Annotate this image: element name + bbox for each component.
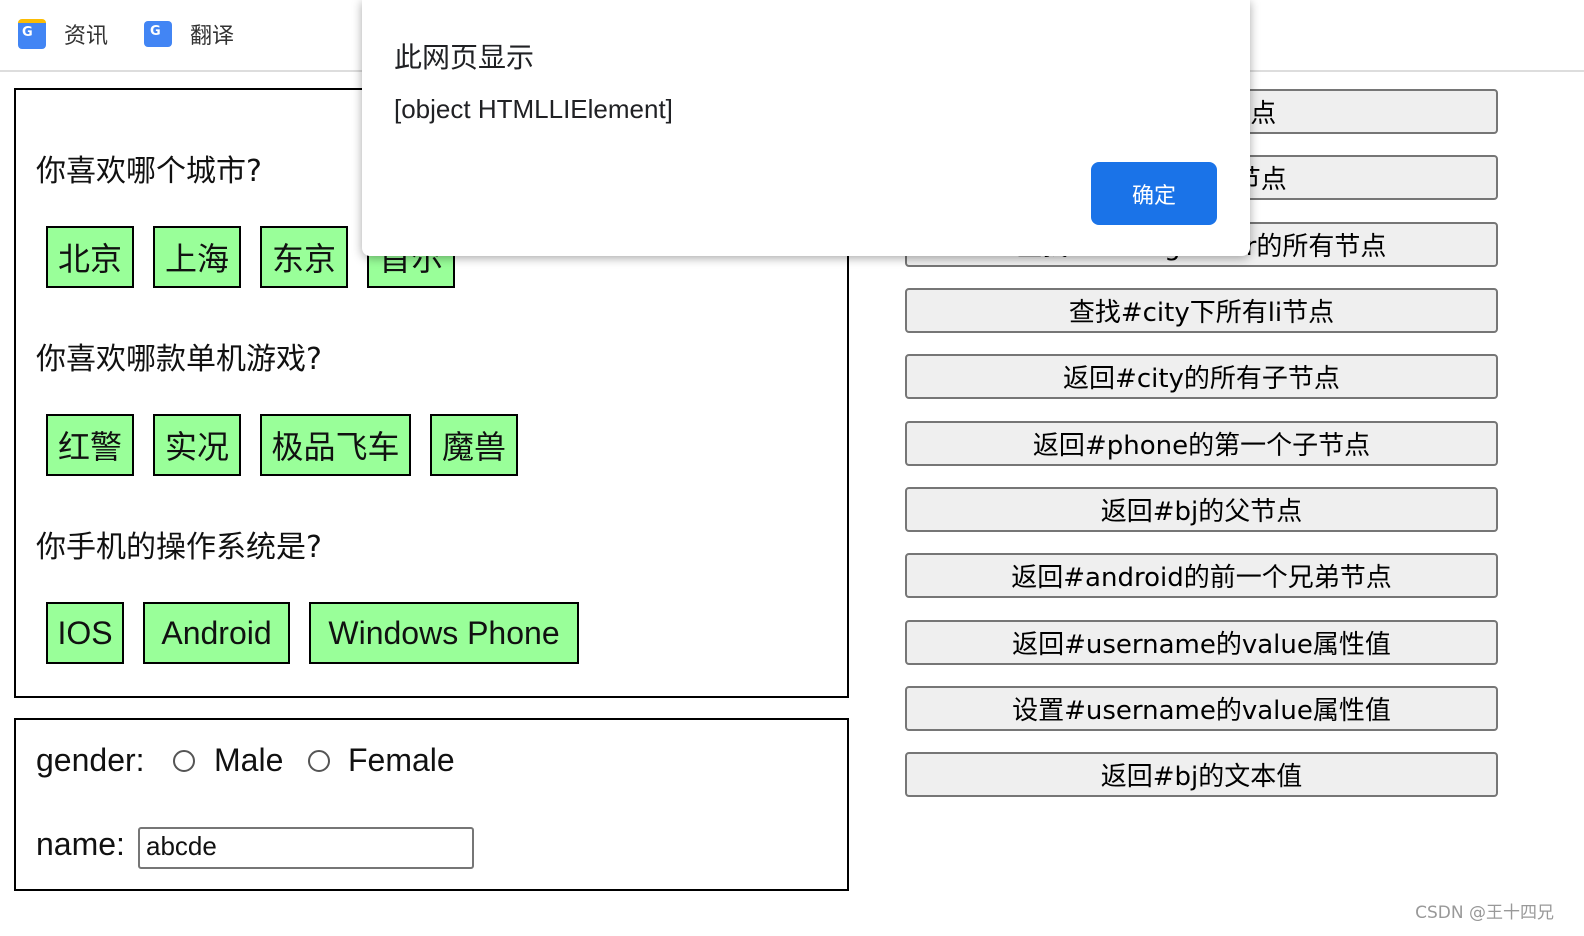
username-input[interactable]: abcde [138, 827, 474, 869]
game-question: 你喜欢哪款单机游戏? [36, 342, 322, 377]
action-button[interactable]: 返回#phone的第一个子节点 [905, 421, 1498, 466]
city-question: 你喜欢哪个城市? [36, 154, 262, 189]
male-label: Male [214, 742, 284, 778]
action-button[interactable]: 返回#username的value属性值 [905, 620, 1498, 665]
action-button[interactable]: 设置#username的value属性值 [905, 686, 1498, 731]
action-button[interactable]: 查找#city下所有li节点 [905, 288, 1498, 333]
alert-dialog: 此网页显示 [object HTMLLIElement] 确定 [362, 0, 1250, 256]
dialog-title: 此网页显示 [394, 41, 535, 74]
male-radio[interactable] [173, 750, 195, 772]
name-label: name: [36, 826, 125, 862]
bookmark-translate[interactable]: 翻译 [144, 18, 234, 50]
google-translate-icon [144, 21, 172, 47]
phone-option[interactable]: Windows Phone [309, 602, 579, 664]
action-button[interactable]: 返回#bj的父节点 [905, 487, 1498, 532]
game-option[interactable]: 红警 [46, 414, 134, 476]
google-news-icon [18, 19, 46, 49]
bookmark-label: 资讯 [64, 24, 109, 49]
bookmark-label: 翻译 [190, 24, 235, 49]
game-option[interactable]: 魔兽 [430, 414, 518, 476]
gender-label: gender: [36, 742, 145, 778]
bookmark-news[interactable]: 资讯 [18, 18, 108, 50]
city-option[interactable]: 北京 [46, 226, 134, 288]
female-label: Female [348, 742, 455, 778]
action-button[interactable]: 返回#city的所有子节点 [905, 354, 1498, 399]
phone-question: 你手机的操作系统是? [36, 530, 322, 565]
action-button[interactable]: 返回#android的前一个兄弟节点 [905, 553, 1498, 598]
city-option[interactable]: 东京 [260, 226, 348, 288]
ok-button[interactable]: 确定 [1091, 162, 1217, 225]
phone-option[interactable]: Android [143, 602, 290, 664]
game-option[interactable]: 极品飞车 [260, 414, 411, 476]
action-button[interactable]: 返回#bj的文本值 [905, 752, 1498, 797]
dialog-message: [object HTMLLIElement] [394, 94, 673, 124]
city-option[interactable]: 上海 [153, 226, 241, 288]
female-radio[interactable] [308, 750, 330, 772]
phone-option[interactable]: IOS [46, 602, 124, 664]
watermark: CSDN @王十四兄 [1415, 903, 1554, 923]
game-option[interactable]: 实况 [153, 414, 241, 476]
